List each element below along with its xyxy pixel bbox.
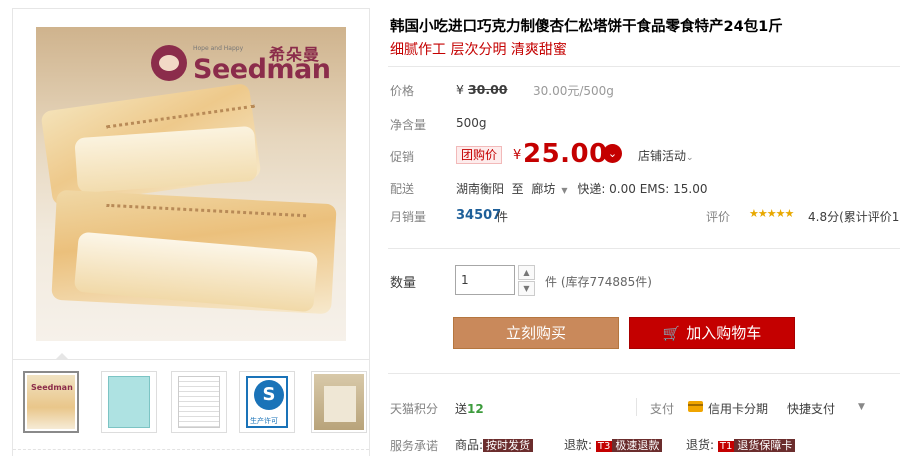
product-gallery: Hope and Happy Seedman 希朵曼 Seedman S 生产许… [12,8,370,456]
points-value: 送12 [455,400,484,417]
pastry-shape [74,125,258,194]
stock-info: 件 (库存774885件) [545,275,652,289]
service-prefix: 退款: [564,438,593,452]
thumb-image [108,376,150,428]
chevron-down-icon[interactable]: ⌄ [603,144,622,163]
chevron-down-icon: ⌄ [686,153,694,163]
points-label: 天猫积分 [390,402,439,416]
quantity-input[interactable] [455,265,515,295]
caret-down-icon[interactable]: ▼ [858,402,865,412]
express-fee: 快递: 0.00 EMS: 15.00 [577,182,708,196]
payment-label: 支付 [650,402,675,416]
original-price-value: 30.00 [467,82,508,97]
service-item[interactable]: 商品: 按时发货 [455,436,534,453]
thumb-document[interactable] [171,371,227,433]
points-prefix: 送 [455,402,468,416]
product-subtitle: 细腻作工 层次分明 清爽甜蜜 [390,42,567,58]
thumb-qs-text: 生产许可 [250,417,278,425]
ship-from: 湖南衡阳 [456,182,505,196]
promo-currency: ¥ [513,148,522,163]
thumb-image [178,376,220,428]
cart-icon: 🛒 [662,326,681,342]
service-tag: 按时发货 [483,439,534,452]
promo-label: 促销 [390,150,415,164]
credit-installment-link[interactable]: 信用卡分期 [708,400,768,417]
buy-now-button[interactable]: 立刻购买 [453,317,619,349]
service-prefix: 退货: [686,438,715,452]
thumb-qs-license[interactable]: S 生产许可 [239,371,295,433]
thumb-package[interactable] [311,371,367,433]
divider [13,449,369,450]
brand-tagline: Hope and Happy [193,45,244,52]
rating-stars-icon: ★★★★★ [749,207,794,220]
add-to-cart-button[interactable]: 🛒 加入购物车 [629,317,795,349]
shipping-label: 配送 [390,182,415,196]
thumb-image: S 生产许可 [246,376,288,428]
unit-price: 30.00元/500g [533,84,614,98]
service-code: T1 [717,441,735,452]
brand-logo: Hope and Happy Seedman 希朵曼 [151,39,341,89]
service-tag: 退货保障卡 [734,439,796,452]
product-info: 韩国小吃进口巧克力制傻杏仁松塔饼干食品零食特产24包1斤 细腻作工 层次分明 清… [388,0,900,456]
smiley-logo-icon [151,45,187,81]
rating-score-link[interactable]: 4.8分(累计评价1 [808,208,899,225]
service-item[interactable]: 退货: T1 退货保障卡 [686,436,796,453]
qs-logo-icon: S [254,380,284,410]
store-activity-dropdown[interactable]: 店铺活动⌄ [638,147,694,164]
thumb-certificate[interactable] [101,371,157,433]
quick-pay-link[interactable]: 快捷支付 [787,400,835,417]
thumb-brand-text: Seedman [31,383,73,392]
quantity-label: 数量 [390,276,417,291]
promo-price: 25.00 [523,139,608,169]
thumbnail-strip: Seedman S 生产许可 [21,371,367,437]
main-product-image[interactable]: Hope and Happy Seedman 希朵曼 [36,27,346,341]
add-to-cart-label: 加入购物车 [686,324,762,342]
credit-card-icon [688,401,703,412]
quantity-decrease-button[interactable]: ▼ [518,281,535,296]
product-title: 韩国小吃进口巧克力制傻杏仁松塔饼干食品零食特产24包1斤 [390,19,783,35]
divider [636,398,637,416]
original-price: ¥ 30.00 [456,82,507,97]
store-activity-label: 店铺活动 [638,149,687,163]
monthly-sales-count: 34507 [456,208,502,223]
divider [388,373,900,374]
divider [13,359,369,360]
ship-to-word: 至 [511,182,524,196]
service-code: T3 [595,441,613,452]
service-item[interactable]: 退款: T3 极速退款 [564,436,663,453]
shipping-info: 湖南衡阳 至 廊坊 ▼ 快递: 0.00 EMS: 15.00 [456,180,707,197]
brand-name-cn: 希朵曼 [269,45,321,64]
points-number: 12 [467,402,484,416]
thumb-image: Seedman [27,375,75,429]
divider [388,248,900,249]
thumb-image [314,374,364,430]
thumb-product[interactable]: Seedman [23,371,79,433]
quantity-increase-button[interactable]: ▲ [518,265,535,280]
rating-label: 评价 [706,210,731,224]
service-tag: 极速退款 [612,439,663,452]
caret-down-icon[interactable]: ▼ [561,186,567,195]
net-weight-label: 净含量 [390,118,427,132]
group-buy-badge: 团购价 [456,146,503,164]
price-label: 价格 [390,84,415,98]
service-label: 服务承诺 [390,439,439,453]
ship-destination-select[interactable]: 廊坊 [531,182,555,196]
divider [388,66,900,67]
currency-symbol: ¥ [456,82,464,97]
net-weight-value: 500g [456,116,487,130]
monthly-sales-label: 月销量 [390,210,427,224]
monthly-sales-unit: 件 [496,210,509,224]
product-page: Hope and Happy Seedman 希朵曼 Seedman S 生产许… [0,0,900,456]
service-prefix: 商品: [455,438,484,452]
